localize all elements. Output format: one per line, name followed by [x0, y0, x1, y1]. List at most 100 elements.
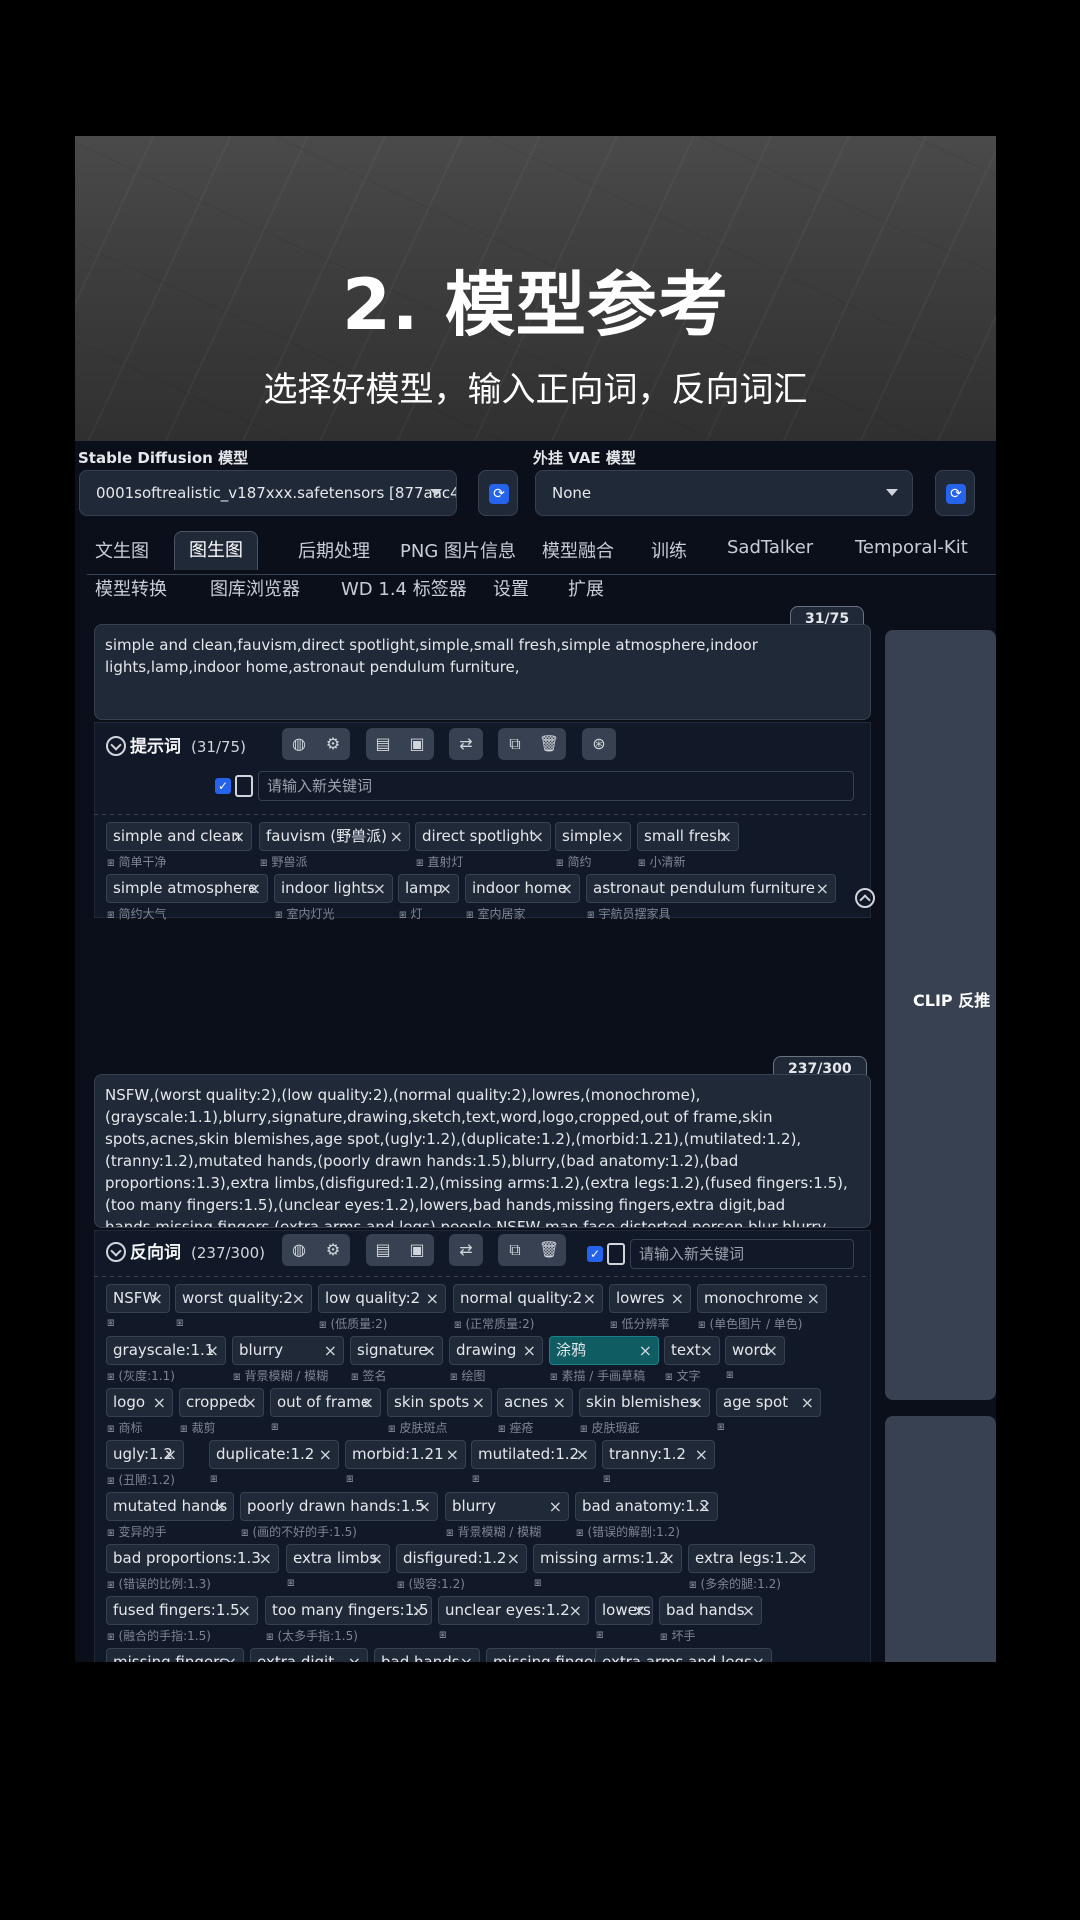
- keyword-tag[interactable]: mutated hands ×: [106, 1492, 234, 1521]
- keyword-tag[interactable]: bad proportions:1.3 ×: [106, 1544, 279, 1573]
- close-icon[interactable]: ×: [695, 1441, 708, 1468]
- keyword-tag[interactable]: indoor home ×: [465, 874, 580, 903]
- tab-model-convert[interactable]: 模型转换: [95, 575, 167, 601]
- close-icon[interactable]: ×: [633, 1597, 646, 1624]
- keyword-tag[interactable]: signature ×: [350, 1336, 443, 1365]
- close-icon[interactable]: ×: [214, 1493, 227, 1520]
- close-icon[interactable]: ×: [426, 1285, 439, 1312]
- tab-settings[interactable]: 设置: [493, 575, 529, 601]
- keyword-tag[interactable]: word ×: [725, 1336, 785, 1365]
- close-icon[interactable]: ×: [531, 823, 544, 850]
- close-icon[interactable]: ×: [348, 1649, 361, 1662]
- close-icon[interactable]: ×: [807, 1285, 820, 1312]
- keyword-tag[interactable]: simple ×: [555, 822, 631, 851]
- tab-png-info[interactable]: PNG 图片信息: [400, 537, 516, 563]
- gear-icon[interactable]: ⚙: [316, 728, 350, 760]
- keyword-tag[interactable]: disfigured:1.2 ×: [396, 1544, 527, 1573]
- prompt-keyword-input[interactable]: 请输入新关键词: [258, 771, 854, 801]
- close-icon[interactable]: ×: [164, 1441, 177, 1468]
- globe-icon[interactable]: ◍: [282, 728, 316, 760]
- keyword-tag[interactable]: cropped ×: [179, 1388, 264, 1417]
- clip-interrogate-button[interactable]: [885, 630, 996, 1400]
- close-icon[interactable]: ×: [373, 875, 386, 902]
- close-icon[interactable]: ×: [390, 823, 403, 850]
- keyword-tag[interactable]: skin blemishes ×: [579, 1388, 710, 1417]
- keyword-tag[interactable]: too many fingers:1.5 ×: [265, 1596, 432, 1625]
- keyword-tag[interactable]: bad anatomy:1.2 ×: [575, 1492, 718, 1521]
- chevron-up-icon[interactable]: [855, 888, 875, 908]
- close-icon[interactable]: ×: [583, 1285, 596, 1312]
- tab-checkpoint-merger[interactable]: 模型融合: [542, 537, 614, 563]
- tab-gallery-browser[interactable]: 图库浏览器: [210, 575, 300, 601]
- keyword-tag[interactable]: simple and clean ×: [106, 822, 252, 851]
- close-icon[interactable]: ×: [460, 1649, 473, 1662]
- keyword-tag[interactable]: out of frame ×: [270, 1388, 381, 1417]
- negative-textarea[interactable]: NSFW,(worst quality:2),(low quality:2),(…: [94, 1074, 871, 1228]
- close-icon[interactable]: ×: [507, 1545, 520, 1572]
- sd-model-refresh-button[interactable]: ⟳: [478, 470, 518, 516]
- sd-model-select[interactable]: 0001softrealistic_v187xxx.safetensors [8…: [79, 470, 457, 516]
- keyword-tag[interactable]: acnes ×: [497, 1388, 573, 1417]
- close-icon[interactable]: ×: [446, 1441, 459, 1468]
- tab-sadtalker[interactable]: SadTalker: [727, 537, 813, 558]
- keyword-tag[interactable]: lowres ×: [609, 1284, 691, 1313]
- close-icon[interactable]: ×: [324, 1337, 337, 1364]
- close-icon[interactable]: ×: [795, 1545, 808, 1572]
- close-icon[interactable]: ×: [719, 823, 732, 850]
- keyword-tag[interactable]: missing fingers×: [106, 1648, 244, 1662]
- close-icon[interactable]: ×: [150, 1285, 163, 1312]
- vae-select[interactable]: None: [535, 470, 913, 516]
- keyword-tag[interactable]: low quality:2 ×: [318, 1284, 446, 1313]
- close-icon[interactable]: ×: [238, 1597, 251, 1624]
- close-icon[interactable]: ×: [418, 1493, 431, 1520]
- keyword-tag[interactable]: drawing ×: [449, 1336, 543, 1365]
- close-icon[interactable]: ×: [671, 1285, 684, 1312]
- close-icon[interactable]: ×: [576, 1441, 589, 1468]
- close-icon[interactable]: ×: [472, 1389, 485, 1416]
- paste-icon[interactable]: ▤: [366, 728, 400, 760]
- close-icon[interactable]: ×: [611, 823, 624, 850]
- close-icon[interactable]: ×: [698, 1493, 711, 1520]
- tab-txt2img[interactable]: 文生图: [95, 537, 149, 563]
- close-icon[interactable]: ×: [292, 1285, 305, 1312]
- vae-refresh-button[interactable]: ⟳: [935, 470, 975, 516]
- close-icon[interactable]: ×: [153, 1389, 166, 1416]
- tab-extensions[interactable]: 扩展: [568, 575, 604, 601]
- close-icon[interactable]: ×: [232, 823, 245, 850]
- prompt-keyword-checkbox[interactable]: ✓: [215, 778, 231, 794]
- close-icon[interactable]: ×: [549, 1493, 562, 1520]
- keyword-tag[interactable]: blurry ×: [232, 1336, 344, 1365]
- keyword-tag[interactable]: 涂鸦 ×: [549, 1336, 659, 1365]
- close-icon[interactable]: ×: [370, 1545, 383, 1572]
- keyword-tag[interactable]: poorly drawn hands:1.5 ×: [240, 1492, 438, 1521]
- keyword-tag[interactable]: extra legs:1.2 ×: [688, 1544, 815, 1573]
- bookmark-icon[interactable]: ▣: [400, 728, 434, 760]
- close-icon[interactable]: ×: [523, 1337, 536, 1364]
- keyword-tag[interactable]: bad hands×: [659, 1596, 762, 1625]
- close-icon[interactable]: ×: [206, 1337, 219, 1364]
- keyword-tag[interactable]: extra limbs ×: [286, 1544, 390, 1573]
- translate-icon[interactable]: ⇄: [449, 728, 483, 760]
- tab-extras[interactable]: 后期处理: [298, 537, 370, 563]
- keyword-tag[interactable]: lowers ×: [595, 1596, 653, 1625]
- negative-keyword-input[interactable]: 请输入新关键词: [630, 1239, 854, 1269]
- translate-icon[interactable]: ⇄: [449, 1234, 483, 1266]
- close-icon[interactable]: ×: [816, 875, 829, 902]
- prompt-textarea[interactable]: simple and clean,fauvism,direct spotligh…: [94, 624, 871, 720]
- close-icon[interactable]: ×: [569, 1597, 582, 1624]
- keyword-tag[interactable]: bad hands×: [374, 1648, 480, 1662]
- bookmark-icon[interactable]: ▣: [400, 1234, 434, 1266]
- keyword-tag[interactable]: duplicate:1.2 ×: [209, 1440, 339, 1469]
- close-icon[interactable]: ×: [553, 1389, 566, 1416]
- keyword-tag[interactable]: skin spots ×: [387, 1388, 492, 1417]
- keyword-tag[interactable]: logo ×: [106, 1388, 173, 1417]
- settings-icon[interactable]: ⊛: [582, 728, 616, 760]
- prompt-header[interactable]: 提示词 (31/75): [106, 732, 246, 757]
- keyword-tag[interactable]: unclear eyes:1.2 ×: [438, 1596, 589, 1625]
- keyword-tag[interactable]: NSFW ×: [106, 1284, 170, 1313]
- close-icon[interactable]: ×: [801, 1389, 814, 1416]
- keyword-tag[interactable]: monochrome ×: [697, 1284, 827, 1313]
- close-icon[interactable]: ×: [752, 1649, 765, 1662]
- globe-icon[interactable]: ◍: [282, 1234, 316, 1266]
- close-icon[interactable]: ×: [560, 875, 573, 902]
